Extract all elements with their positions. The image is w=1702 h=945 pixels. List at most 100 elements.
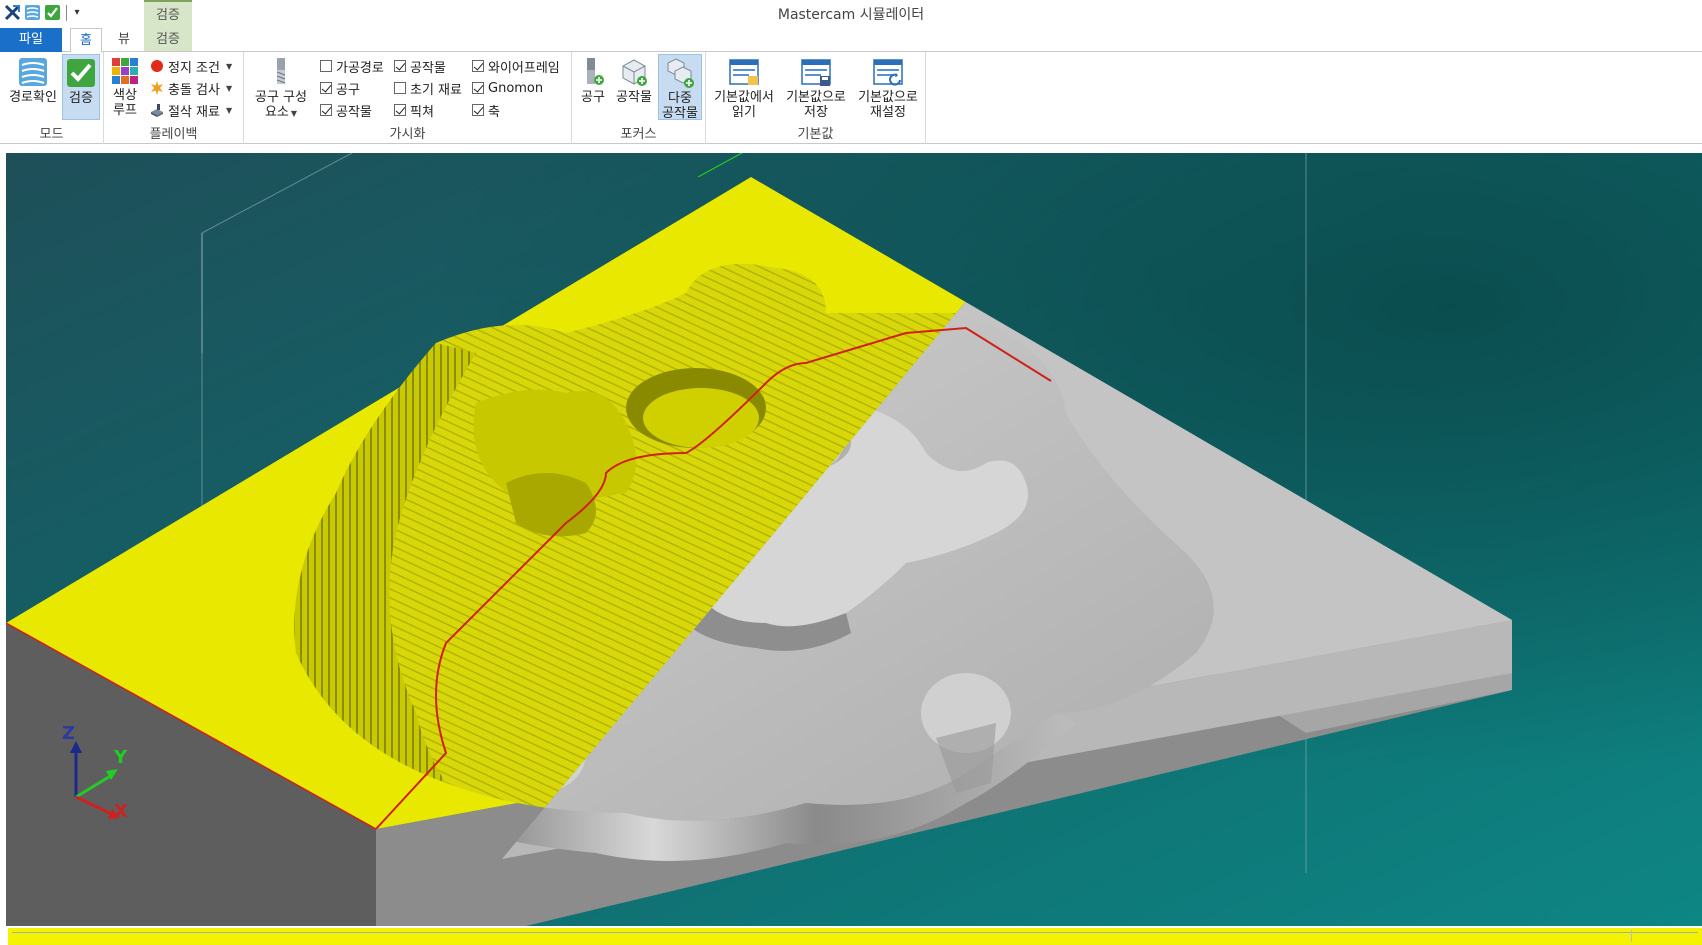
- initial-stock-check[interactable]: [394, 82, 406, 94]
- visibility-group: 공구 구성 요소 ▼ 가공경로 공구 공작물 공작물 초기 재료 픽쳐 와이어프…: [244, 52, 572, 144]
- tool-components-label-2: 요소: [264, 105, 289, 120]
- tool-visibility-label: 공구: [336, 82, 360, 98]
- toolpaths-checkbox[interactable]: 가공경로: [320, 56, 384, 76]
- wireframe-check[interactable]: [472, 60, 484, 72]
- wireframe-checkbox[interactable]: 와이어프레임: [472, 56, 560, 76]
- gnomon-label: Gnomon: [488, 80, 544, 96]
- color-loop-button[interactable]: 색상 루프: [110, 54, 140, 120]
- tab-view[interactable]: 뷰: [108, 28, 140, 52]
- backplot-icon: [19, 58, 47, 86]
- backplot-button[interactable]: 경로확인: [6, 54, 60, 120]
- reset-defaults-icon: [873, 59, 903, 86]
- gnomon-z-label: Z: [62, 723, 76, 744]
- initial-stock-label: 초기 재료: [410, 82, 462, 98]
- save-defaults-label-2: 저장: [804, 105, 828, 120]
- tab-verify[interactable]: 검증: [144, 28, 192, 52]
- workpiece-checkbox-b[interactable]: 공작물: [394, 56, 446, 76]
- verify-icon: [67, 59, 95, 87]
- focus-group: 공구 공작물 다중 공작물 포커스: [572, 52, 706, 144]
- tab-file[interactable]: 파일: [0, 28, 62, 52]
- chevron-down-icon: ▼: [225, 83, 233, 93]
- playback-group-label: 플레이백: [149, 127, 198, 142]
- color-loop-icon: [112, 58, 138, 84]
- reset-defaults-label-1: 기본값으로: [858, 90, 918, 105]
- focus-multi-workpiece-button[interactable]: 다중 공작물: [658, 54, 702, 121]
- save-defaults-icon: [801, 59, 831, 86]
- end-mill-icon: [276, 58, 286, 84]
- title-bar: ▾ 검증 Mastercam 시뮬레이터: [0, 0, 1702, 51]
- axes-checkbox[interactable]: 축: [472, 100, 500, 120]
- focus-workpiece-button[interactable]: 공작물: [612, 54, 656, 120]
- verify-button[interactable]: 검증: [62, 54, 100, 120]
- focus-tool-label: 공구: [581, 90, 605, 105]
- tool-check[interactable]: [320, 82, 332, 94]
- chevron-down-icon: ▼: [225, 61, 233, 71]
- chevron-down-icon: ▼: [225, 105, 233, 115]
- stop-conditions-label: 정지 조건: [168, 60, 220, 76]
- status-marker: [1631, 930, 1632, 942]
- reset-defaults-label-2: 재설정: [870, 105, 906, 120]
- defaults-group-label: 기본값: [797, 127, 834, 142]
- tool-components-button[interactable]: 공구 구성 요소 ▼: [252, 54, 310, 120]
- simulation-scene: [6, 153, 1702, 926]
- toolpaths-label: 가공경로: [336, 60, 384, 76]
- initial-stock-checkbox[interactable]: 초기 재료: [394, 78, 462, 98]
- chevron-down-icon: ▼: [290, 109, 298, 118]
- axes-check[interactable]: [472, 104, 484, 116]
- multi-workpiece-label-2: 공작물: [662, 106, 698, 121]
- gnomon-check[interactable]: [472, 82, 484, 94]
- save-defaults-label-1: 기본값으로: [786, 90, 846, 105]
- workpiece-visibility-label-b: 공작물: [410, 60, 446, 76]
- ribbon: 경로확인 검증 모드 색상 루프 정지 조건 ▼ 충돌 검사 ▼ 절삭 재료 ▼…: [0, 52, 1702, 144]
- workpiece-checkbox-a[interactable]: 공작물: [320, 100, 372, 120]
- tool-components-label-1: 공구 구성: [255, 90, 307, 105]
- save-defaults-button[interactable]: 기본값으로 저장: [782, 54, 850, 120]
- focus-tool-button[interactable]: 공구: [576, 54, 610, 120]
- gnomon-checkbox[interactable]: Gnomon: [472, 78, 543, 98]
- defaults-group: 기본값에서 읽기 기본값으로 저장 기본값으로 재설정 기본값: [706, 52, 926, 144]
- wireframe-label: 와이어프레임: [488, 60, 560, 76]
- tool-checkbox[interactable]: 공구: [320, 78, 360, 98]
- color-loop-label-1: 색상: [113, 88, 137, 103]
- multi-workpiece-icon: [667, 58, 694, 88]
- load-defaults-label-1: 기본값에서: [714, 90, 774, 105]
- simulator-window: ▾ 검증 Mastercam 시뮬레이터 파일 홈 뷰 검증 경로확인 검증 모…: [0, 0, 1702, 945]
- multi-workpiece-label-1: 다중: [668, 91, 692, 106]
- gnomon-x-label: X: [114, 801, 128, 822]
- visibility-group-label: 가시화: [389, 127, 426, 142]
- fixture-checkbox[interactable]: 픽쳐: [394, 100, 434, 120]
- workpiece-check-a[interactable]: [320, 104, 332, 116]
- backplot-label: 경로확인: [9, 90, 57, 105]
- playback-group: 색상 루프 정지 조건 ▼ 충돌 검사 ▼ 절삭 재료 ▼ 플레이백: [104, 52, 244, 144]
- cut-stock-icon: [151, 104, 163, 117]
- load-defaults-icon: [729, 59, 759, 85]
- reset-defaults-button[interactable]: 기본값으로 재설정: [854, 54, 922, 120]
- focus-tool-icon: [587, 58, 604, 85]
- load-defaults-button[interactable]: 기본값에서 읽기: [710, 54, 778, 120]
- mode-group-label: 모드: [39, 127, 64, 142]
- stop-sign-icon: [151, 60, 163, 72]
- ribbon-tab-bar: 파일 홈 뷰 검증: [0, 28, 1702, 53]
- stop-conditions-button[interactable]: 정지 조건 ▼: [150, 56, 232, 76]
- collision-check-label: 충돌 검사: [168, 82, 220, 98]
- tab-home[interactable]: 홈: [70, 28, 102, 53]
- workpiece-check-b[interactable]: [394, 60, 406, 72]
- cut-stock-button[interactable]: 절삭 재료 ▼: [150, 100, 232, 120]
- fixture-label: 픽쳐: [410, 104, 434, 120]
- color-loop-label-2: 루프: [113, 103, 137, 118]
- fixture-check[interactable]: [394, 104, 406, 116]
- verify-label: 검증: [69, 91, 93, 106]
- toolpaths-check[interactable]: [320, 60, 332, 72]
- load-defaults-label-2: 읽기: [732, 105, 756, 120]
- gnomon-y-label: Y: [114, 747, 128, 768]
- focus-group-label: 포커스: [620, 127, 657, 142]
- window-title: Mastercam 시뮬레이터: [777, 7, 925, 23]
- collision-check-button[interactable]: 충돌 검사 ▼: [150, 78, 232, 98]
- cut-stock-label: 절삭 재료: [168, 104, 220, 120]
- status-divider: [12, 932, 1698, 935]
- mode-group: 경로확인 검증 모드: [0, 52, 104, 144]
- status-bar: [8, 926, 1702, 945]
- simulation-viewport[interactable]: Z Y X: [6, 153, 1702, 926]
- axes-label: 축: [488, 104, 500, 120]
- focus-workpiece-icon: [622, 59, 647, 86]
